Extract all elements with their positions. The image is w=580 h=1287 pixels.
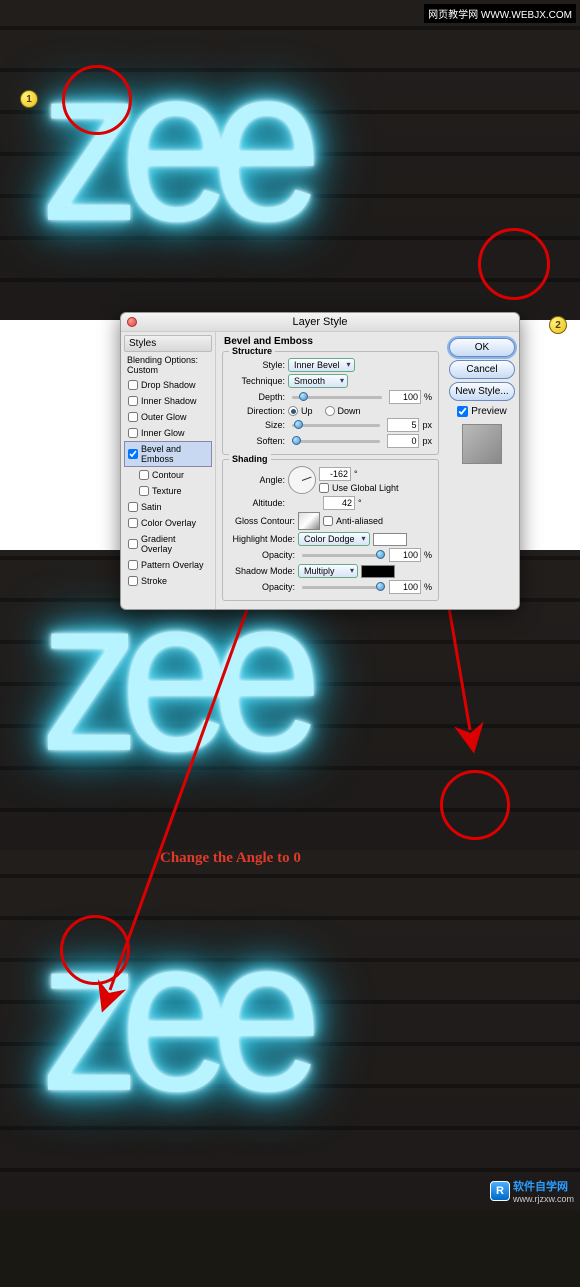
shadow-opacity-label: Opacity: — [229, 582, 295, 592]
direction-up-radio[interactable] — [288, 406, 298, 416]
style-bevel-emboss[interactable]: Bevel and Emboss — [124, 441, 212, 467]
preview-swatch — [462, 424, 502, 464]
style-drop-shadow[interactable]: Drop Shadow — [124, 377, 212, 393]
altitude-label: Altitude: — [229, 498, 285, 508]
shadow-color-swatch[interactable] — [361, 565, 395, 578]
dialog-title-text: Layer Style — [292, 316, 347, 328]
neon-text-1: zee — [40, 19, 302, 272]
styles-header[interactable]: Styles — [124, 335, 212, 352]
watermark-url: www.rjzxw.com — [513, 1194, 574, 1204]
gloss-contour-label: Gloss Contour: — [229, 516, 295, 526]
preview-label: Preview — [471, 406, 507, 417]
bottom-brick-panel: Change the Angle to 0 zee R 软件自学网 www.rj… — [0, 850, 580, 1210]
style-inner-shadow[interactable]: Inner Shadow — [124, 393, 212, 409]
structure-title: Structure — [229, 346, 275, 356]
preview-checkbox[interactable] — [457, 406, 468, 417]
soften-slider[interactable] — [292, 440, 380, 443]
depth-field[interactable]: 100 — [389, 390, 421, 404]
shadow-mode-select[interactable]: Multiply — [298, 564, 358, 578]
style-contour[interactable]: Contour — [124, 467, 212, 483]
highlight-opacity-label: Opacity: — [229, 550, 295, 560]
style-stroke[interactable]: Stroke — [124, 573, 212, 589]
callout-circle-2 — [478, 228, 550, 300]
direction-label: Direction: — [229, 406, 285, 416]
watermark-bottom: R 软件自学网 www.rjzxw.com — [490, 1178, 574, 1204]
watermark-top: 网页教学网 WWW.WEBJX.COM — [424, 4, 576, 23]
checkbox-icon[interactable] — [128, 560, 138, 570]
ok-button[interactable]: OK — [449, 338, 515, 357]
angle-field[interactable]: -162 — [319, 467, 351, 481]
blending-options-row[interactable]: Blending Options: Custom — [124, 353, 212, 377]
style-satin[interactable]: Satin — [124, 499, 212, 515]
buttons-column: OK Cancel New Style... Preview — [445, 332, 519, 609]
anti-alias-checkbox[interactable] — [323, 516, 333, 526]
structure-group: Structure Style: Inner Bevel Technique: … — [222, 351, 439, 455]
checkbox-icon[interactable] — [128, 518, 138, 528]
shadow-opacity-field[interactable]: 100 — [389, 580, 421, 594]
properties-column: Bevel and Emboss Structure Style: Inner … — [216, 332, 445, 609]
checkbox-icon[interactable] — [128, 396, 138, 406]
depth-slider[interactable] — [292, 396, 382, 399]
checkbox-icon[interactable] — [128, 502, 138, 512]
technique-select[interactable]: Smooth — [288, 374, 348, 388]
technique-label: Technique: — [229, 376, 285, 386]
size-slider[interactable] — [292, 424, 380, 427]
new-style-button[interactable]: New Style... — [449, 382, 515, 401]
gloss-contour-swatch[interactable] — [298, 512, 320, 530]
badge-1: 1 — [20, 90, 38, 108]
style-texture[interactable]: Texture — [124, 483, 212, 499]
checkbox-icon[interactable] — [128, 412, 138, 422]
layer-style-dialog: Layer Style Styles Blending Options: Cus… — [120, 312, 520, 610]
style-label: Style: — [229, 360, 285, 370]
highlight-mode-select[interactable]: Color Dodge — [298, 532, 370, 546]
size-label: Size: — [229, 420, 285, 430]
size-field[interactable]: 5 — [387, 418, 419, 432]
depth-label: Depth: — [229, 392, 285, 402]
shading-group: Shading Angle: -162 ° Use Global Light — [222, 459, 439, 601]
angle-dial[interactable] — [288, 466, 316, 494]
checkbox-icon[interactable] — [139, 470, 149, 480]
callout-circle-1 — [62, 65, 132, 135]
checkbox-icon[interactable] — [128, 449, 138, 459]
style-outer-glow[interactable]: Outer Glow — [124, 409, 212, 425]
watermark-cn: 软件自学网 — [513, 1178, 574, 1194]
checkbox-icon[interactable] — [128, 428, 138, 438]
style-inner-glow[interactable]: Inner Glow — [124, 425, 212, 441]
style-gradient-overlay[interactable]: Gradient Overlay — [124, 531, 212, 557]
dialog-titlebar: Layer Style — [121, 313, 519, 332]
cancel-button[interactable]: Cancel — [449, 360, 515, 379]
style-color-overlay[interactable]: Color Overlay — [124, 515, 212, 531]
checkbox-icon[interactable] — [128, 576, 138, 586]
style-pattern-overlay[interactable]: Pattern Overlay — [124, 557, 212, 573]
checkbox-icon[interactable] — [139, 486, 149, 496]
highlight-opacity-field[interactable]: 100 — [389, 548, 421, 562]
close-icon[interactable] — [127, 317, 137, 327]
shadow-opacity-slider[interactable] — [302, 586, 382, 589]
altitude-field[interactable]: 42 — [323, 496, 355, 510]
styles-column: Styles Blending Options: Custom Drop Sha… — [121, 332, 216, 609]
checkbox-icon[interactable] — [128, 380, 138, 390]
direction-down-radio[interactable] — [325, 406, 335, 416]
callout-circle-4 — [60, 915, 130, 985]
angle-annotation: Change the Angle to 0 — [160, 850, 301, 867]
highlight-mode-label: Highlight Mode: — [229, 534, 295, 544]
soften-label: Soften: — [229, 436, 285, 446]
checkbox-icon[interactable] — [128, 539, 138, 549]
callout-circle-3 — [440, 770, 510, 840]
shading-title: Shading — [229, 454, 271, 464]
global-light-checkbox[interactable] — [319, 483, 329, 493]
watermark-logo-icon: R — [490, 1181, 510, 1201]
style-select[interactable]: Inner Bevel — [288, 358, 355, 372]
soften-field[interactable]: 0 — [387, 434, 419, 448]
highlight-color-swatch[interactable] — [373, 533, 407, 546]
shadow-mode-label: Shadow Mode: — [229, 566, 295, 576]
highlight-opacity-slider[interactable] — [302, 554, 382, 557]
top-brick-panel: 网页教学网 WWW.WEBJX.COM zee 1 2 — [0, 0, 580, 320]
angle-label: Angle: — [229, 475, 285, 485]
badge-2: 2 — [549, 316, 567, 334]
